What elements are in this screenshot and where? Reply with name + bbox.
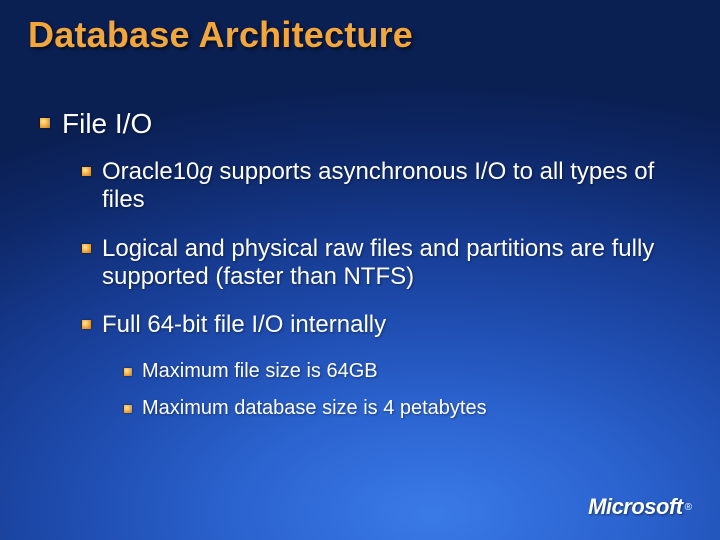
bullet-icon (82, 244, 91, 253)
microsoft-logo: Microsoft® (588, 494, 692, 520)
registered-icon: ® (685, 502, 692, 513)
bullet-icon (124, 405, 132, 413)
italic-text: g (199, 158, 212, 185)
bullet-text: File I/O (62, 108, 152, 140)
bullet-level2: Logical and physical raw files and parti… (82, 235, 680, 292)
bullet-level3: Maximum database size is 4 petabytes (124, 397, 680, 420)
bullet-level3: Maximum file size is 64GB (124, 360, 680, 383)
slide-title: Database Architecture (28, 14, 413, 56)
text-segment: Oracle10 (102, 158, 199, 185)
bullet-text: Maximum file size is 64GB (142, 360, 378, 383)
bullet-text: Logical and physical raw files and parti… (102, 235, 680, 292)
bullet-text: Full 64-bit file I/O internally (102, 311, 386, 339)
bullet-text: Oracle10g supports asynchronous I/O to a… (102, 158, 680, 215)
slide-content: File I/O Oracle10g supports asynchronous… (40, 108, 680, 434)
bullet-icon (82, 320, 91, 329)
bullet-icon (124, 368, 132, 376)
bullet-level2: Full 64-bit file I/O internally (82, 311, 680, 339)
bullet-icon (40, 118, 50, 128)
bullet-level2: Oracle10g supports asynchronous I/O to a… (82, 158, 680, 215)
logo-text: Microsoft (588, 494, 683, 520)
bullet-text: Maximum database size is 4 petabytes (142, 397, 487, 420)
slide: Database Architecture File I/O Oracle10g… (0, 0, 720, 540)
bullet-icon (82, 167, 91, 176)
bullet-level1: File I/O (40, 108, 680, 140)
